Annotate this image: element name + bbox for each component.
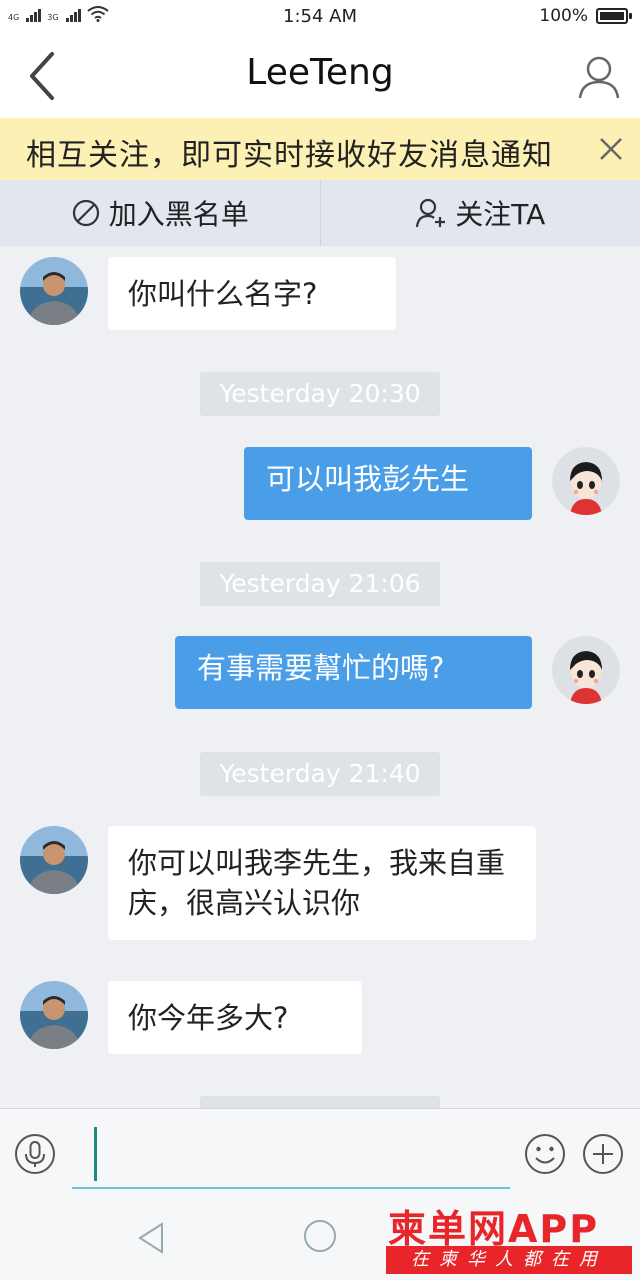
contact-avatar[interactable]	[20, 981, 88, 1049]
chevron-left-icon	[30, 52, 54, 100]
message-timestamp: Yesterday 21:40	[200, 752, 440, 796]
avatar-photo-icon	[20, 981, 88, 1049]
block-icon	[72, 199, 99, 227]
contact-avatar[interactable]	[20, 826, 88, 894]
message-bubble-outgoing[interactable]: 有事需要幫忙的嗎?	[175, 636, 532, 709]
follow-label: 关注TA	[455, 198, 546, 231]
message-bubble-incoming[interactable]: 你今年多大?	[108, 981, 362, 1054]
page-title: LeeTeng	[246, 52, 394, 93]
back-button[interactable]	[18, 48, 68, 104]
nav-home-button[interactable]	[302, 1218, 338, 1254]
message-list[interactable]: 你叫什么名字? Yesterday 20:30 可以叫我彭先生 Yesterda…	[0, 246, 640, 1108]
close-icon	[600, 138, 622, 160]
message-bubble-incoming[interactable]: 你叫什么名字?	[108, 257, 396, 330]
contact-avatar[interactable]	[20, 257, 88, 325]
cartoon-avatar-icon	[552, 636, 620, 704]
input-bar	[0, 1108, 640, 1200]
watermark-subtitle-bar: 在柬华人都在用	[386, 1246, 632, 1274]
notice-text: 相互关注，即可实时接收好友消息通知	[26, 138, 553, 173]
more-button[interactable]	[582, 1133, 624, 1175]
cartoon-avatar-icon	[552, 447, 620, 515]
circle-home-icon	[304, 1220, 336, 1252]
message-timestamp-partial	[200, 1096, 440, 1108]
person-icon	[578, 56, 620, 99]
watermark-title: 柬单网APP	[388, 1207, 600, 1251]
blacklist-button[interactable]: 加入黑名单	[0, 180, 320, 246]
message-bubble-incoming[interactable]: 你可以叫我李先生，我来自重庆，很高兴认识你	[108, 826, 536, 940]
nav-back-button[interactable]	[132, 1218, 172, 1258]
message-bubble-outgoing[interactable]: 可以叫我彭先生	[244, 447, 532, 520]
message-timestamp: Yesterday 21:06	[200, 562, 440, 606]
triangle-back-icon	[138, 1222, 163, 1254]
microphone-icon	[15, 1134, 55, 1174]
message-timestamp: Yesterday 20:30	[200, 372, 440, 416]
my-avatar[interactable]	[552, 636, 620, 704]
chat-header: LeeTeng	[0, 34, 640, 118]
follow-notice-banner: 相互关注，即可实时接收好友消息通知	[0, 118, 640, 180]
profile-button[interactable]	[574, 52, 624, 102]
smiley-icon	[525, 1134, 565, 1174]
add-user-icon	[416, 198, 446, 228]
emoji-button[interactable]	[524, 1133, 566, 1175]
text-caret	[94, 1127, 97, 1181]
battery-icon	[596, 8, 632, 24]
status-bar: 4G 3G 1:54 AM 100%	[0, 0, 640, 34]
blacklist-label: 加入黑名单	[108, 198, 249, 231]
action-bar: 加入黑名单 关注TA	[0, 180, 640, 246]
avatar-photo-icon	[20, 257, 88, 325]
battery-percent: 100%	[539, 6, 588, 26]
message-input[interactable]	[72, 1123, 510, 1189]
watermark-logo: 柬单网APP 在柬华人都在用	[382, 1196, 640, 1280]
my-avatar[interactable]	[552, 447, 620, 515]
notice-close-button[interactable]	[596, 134, 626, 164]
watermark-subtitle: 在柬华人都在用	[411, 1249, 607, 1270]
avatar-photo-icon	[20, 826, 88, 894]
follow-button[interactable]: 关注TA	[319, 180, 640, 246]
plus-icon	[583, 1134, 623, 1174]
voice-button[interactable]	[14, 1133, 56, 1175]
